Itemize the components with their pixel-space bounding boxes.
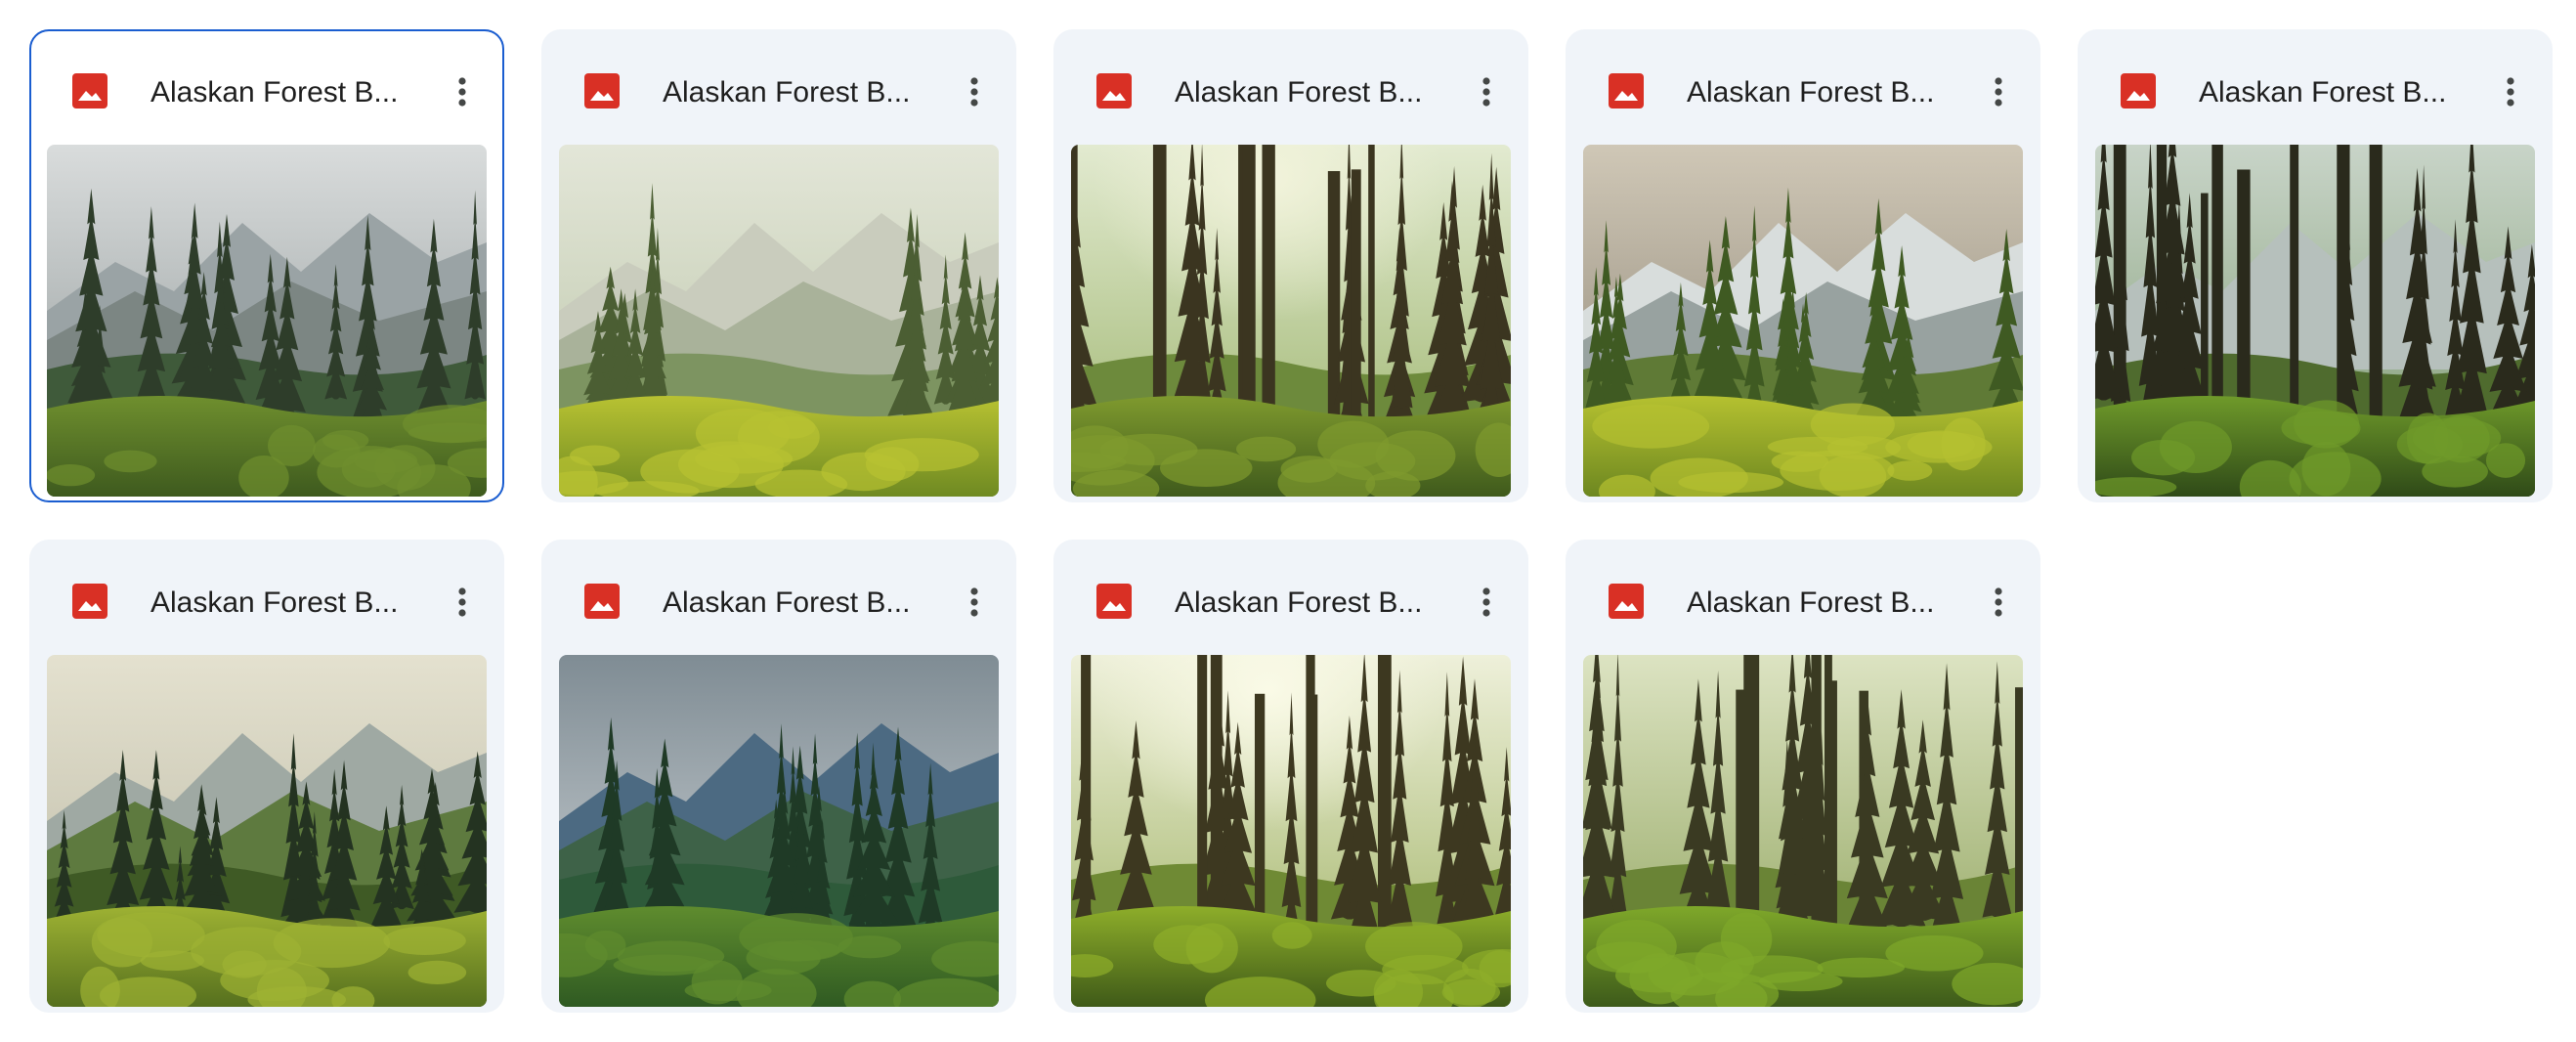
more-vert-icon: [1995, 587, 2002, 617]
thumbnail-image: [559, 145, 999, 497]
file-card[interactable]: Alaskan Forest B...: [541, 540, 1016, 1013]
file-thumbnail[interactable]: [47, 655, 487, 1007]
file-name: Alaskan Forest B...: [1175, 76, 1423, 109]
file-card[interactable]: Alaskan Forest B...: [1566, 540, 2040, 1013]
image-file-icon: [584, 73, 620, 109]
file-thumbnail[interactable]: [559, 655, 999, 1007]
thumbnail-image: [1583, 145, 2023, 497]
file-card[interactable]: Alaskan Forest B...: [1053, 29, 1528, 502]
file-name: Alaskan Forest B...: [663, 76, 911, 109]
thumbnail-image: [47, 145, 487, 497]
image-file-icon: [1096, 73, 1132, 109]
more-vert-icon: [458, 77, 466, 107]
file-card-header: Alaskan Forest B...: [1053, 29, 1528, 156]
file-thumbnail[interactable]: [1583, 145, 2023, 497]
file-card[interactable]: Alaskan Forest B...: [1566, 29, 2040, 502]
image-file-icon: [1096, 584, 1132, 619]
file-name: Alaskan Forest B...: [663, 586, 911, 619]
file-card[interactable]: Alaskan Forest B...: [29, 540, 504, 1013]
more-actions-button[interactable]: [2486, 67, 2535, 116]
more-actions-button[interactable]: [1462, 578, 1511, 627]
file-name: Alaskan Forest B...: [1175, 586, 1423, 619]
more-actions-button[interactable]: [438, 578, 487, 627]
file-name: Alaskan Forest B...: [1687, 586, 1935, 619]
more-actions-button[interactable]: [438, 67, 487, 116]
file-card-header: Alaskan Forest B...: [29, 29, 504, 156]
file-card[interactable]: Alaskan Forest B...: [29, 29, 504, 502]
file-thumbnail[interactable]: [559, 145, 999, 497]
thumbnail-image: [1071, 655, 1511, 1007]
image-file-icon: [584, 584, 620, 619]
more-vert-icon: [2507, 77, 2514, 107]
file-thumbnail[interactable]: [1583, 655, 2023, 1007]
more-vert-icon: [458, 587, 466, 617]
file-card-header: Alaskan Forest B...: [541, 29, 1016, 156]
file-name: Alaskan Forest B...: [2199, 76, 2447, 109]
thumbnail-image: [2095, 145, 2535, 497]
file-thumbnail[interactable]: [1071, 655, 1511, 1007]
file-name: Alaskan Forest B...: [1687, 76, 1935, 109]
file-card-header: Alaskan Forest B...: [1053, 540, 1528, 667]
thumbnail-image: [1071, 145, 1511, 497]
more-vert-icon: [1482, 587, 1490, 617]
more-actions-button[interactable]: [950, 578, 999, 627]
file-card-header: Alaskan Forest B...: [1566, 29, 2040, 156]
file-card-header: Alaskan Forest B...: [29, 540, 504, 667]
more-actions-button[interactable]: [1974, 67, 2023, 116]
file-name: Alaskan Forest B...: [150, 76, 399, 109]
file-card[interactable]: Alaskan Forest B...: [541, 29, 1016, 502]
file-thumbnail[interactable]: [47, 145, 487, 497]
more-vert-icon: [1995, 77, 2002, 107]
more-vert-icon: [1482, 77, 1490, 107]
thumbnail-image: [559, 655, 999, 1007]
file-thumbnail[interactable]: [2095, 145, 2535, 497]
file-card-header: Alaskan Forest B...: [541, 540, 1016, 667]
more-vert-icon: [970, 77, 978, 107]
thumbnail-image: [1583, 655, 2023, 1007]
more-actions-button[interactable]: [1974, 578, 2023, 627]
file-grid: Alaskan Forest B... Alaskan Forest B...: [0, 0, 2576, 1042]
image-file-icon: [72, 73, 107, 109]
more-actions-button[interactable]: [1462, 67, 1511, 116]
more-actions-button[interactable]: [950, 67, 999, 116]
file-card-header: Alaskan Forest B...: [1566, 540, 2040, 667]
thumbnail-image: [47, 655, 487, 1007]
image-file-icon: [72, 584, 107, 619]
file-card-header: Alaskan Forest B...: [2078, 29, 2553, 156]
file-thumbnail[interactable]: [1071, 145, 1511, 497]
more-vert-icon: [970, 587, 978, 617]
image-file-icon: [1609, 584, 1644, 619]
file-card[interactable]: Alaskan Forest B...: [2078, 29, 2553, 502]
file-name: Alaskan Forest B...: [150, 586, 399, 619]
image-file-icon: [1609, 73, 1644, 109]
image-file-icon: [2121, 73, 2156, 109]
file-card[interactable]: Alaskan Forest B...: [1053, 540, 1528, 1013]
